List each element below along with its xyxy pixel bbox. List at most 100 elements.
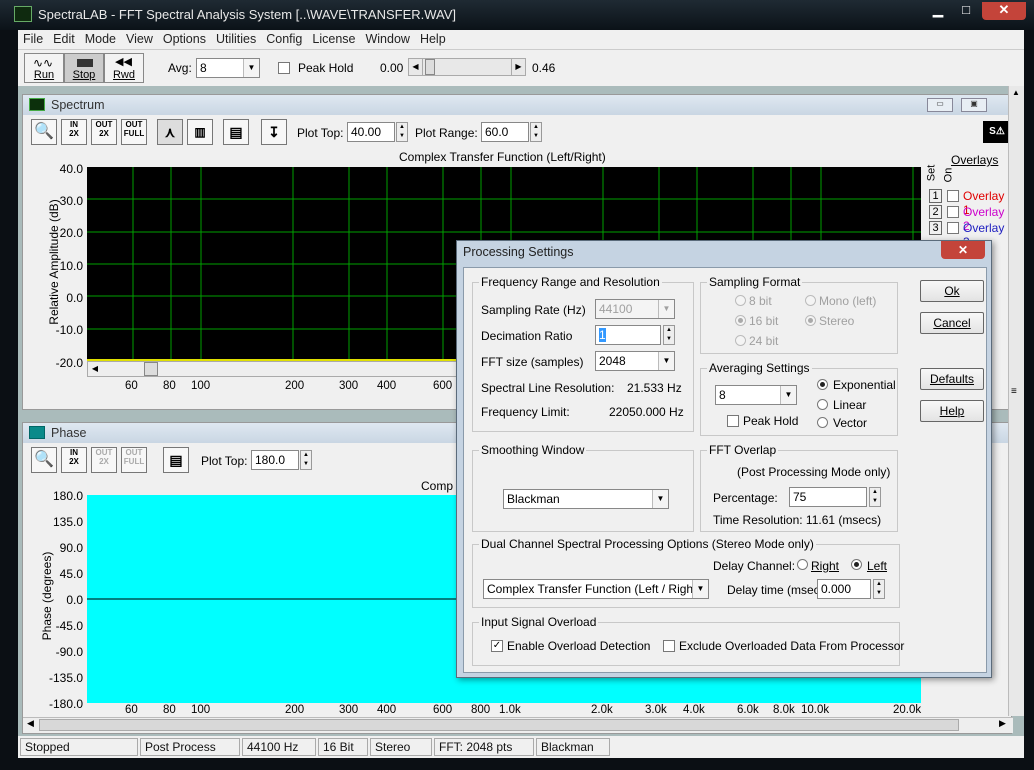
scroll-thumb[interactable] xyxy=(144,362,158,376)
vertical-scrollbar[interactable]: ▲ ≡ xyxy=(1008,86,1024,716)
overlay-checkbox[interactable] xyxy=(947,222,959,234)
menu-utilities[interactable]: Utilities xyxy=(211,30,261,48)
scroll-up-icon[interactable]: ▲ xyxy=(1012,88,1020,97)
scroll-left-icon[interactable]: ◀ xyxy=(88,362,102,376)
enable-overload-checkbox[interactable]: ✓ xyxy=(491,640,503,652)
menu-bar: File Edit Mode View Options Utilities Config Li… xyxy=(18,30,1024,50)
zoom-in-2x-icon[interactable]: IN 2X xyxy=(61,447,87,473)
zoom-icon[interactable]: 🔍 xyxy=(31,447,57,473)
fft-size-select[interactable]: 2048 ▼ xyxy=(595,351,675,371)
menu-config[interactable]: Config xyxy=(261,30,307,48)
avg-select[interactable]: 8 ▼ xyxy=(196,58,260,78)
plot-range-input[interactable]: 60.0 xyxy=(481,122,529,142)
settings-panel-icon[interactable]: ▤ xyxy=(163,447,189,473)
scroll-thumb[interactable] xyxy=(39,719,959,731)
status-sample-rate: 44100 Hz xyxy=(242,738,316,756)
dialog-close-button[interactable]: ✕ xyxy=(941,241,985,259)
smoothing-select[interactable]: Blackman ▼ xyxy=(503,489,669,509)
zoom-in-2x-icon[interactable]: IN 2X xyxy=(61,119,87,145)
exclude-overload-checkbox[interactable] xyxy=(663,640,675,652)
delay-left-radio[interactable] xyxy=(851,559,862,570)
menu-file[interactable]: File xyxy=(18,30,48,48)
exponential-radio[interactable] xyxy=(817,379,828,390)
overlay-checkbox[interactable] xyxy=(947,190,959,202)
menu-help[interactable]: Help xyxy=(415,30,451,48)
stop-button[interactable]: Stop xyxy=(64,53,104,83)
scroll-grip-icon[interactable]: ≡ xyxy=(1011,386,1017,397)
decimation-input[interactable]: 1 xyxy=(595,325,661,345)
averaging-peak-hold-checkbox[interactable] xyxy=(727,415,739,427)
delay-right-radio[interactable] xyxy=(797,559,808,570)
menu-edit[interactable]: Edit xyxy=(48,30,80,48)
overload-group: Input Signal Overload ✓ Enable Overload D… xyxy=(472,615,904,666)
chevron-down-icon: ▼ xyxy=(652,490,668,508)
minimize-button[interactable]: ▁ xyxy=(924,2,952,20)
slider-thumb[interactable] xyxy=(425,59,435,75)
scroll-left-icon[interactable]: ◀ xyxy=(27,718,34,729)
delay-time-spinner[interactable]: ▲ ▼ xyxy=(873,579,885,599)
y-tick: -45.0 xyxy=(55,619,83,633)
marker-icon[interactable]: S⚠ xyxy=(983,121,1011,143)
delay-time-input[interactable]: 0.000 xyxy=(817,579,871,599)
phase-plot-top-input[interactable]: 180.0 xyxy=(251,450,299,470)
vector-radio[interactable] xyxy=(817,417,828,428)
zoom-icon[interactable]: 🔍 xyxy=(31,119,57,145)
zoom-out-2x-icon[interactable]: OUT 2X xyxy=(91,119,117,145)
line-plot-icon[interactable]: ⋏ xyxy=(157,119,183,145)
slider-left-arrow-icon[interactable]: ◀ xyxy=(409,59,423,75)
close-button[interactable]: ✕ xyxy=(982,2,1026,20)
menu-options[interactable]: Options xyxy=(158,30,211,48)
settings-panel-icon[interactable]: ▤ xyxy=(223,119,249,145)
overlap-percent-input[interactable]: 75 xyxy=(789,487,867,507)
menu-view[interactable]: View xyxy=(121,30,158,48)
overlay-row: 2 Overlay 2 xyxy=(929,205,1013,233)
x-tick: 2.0k xyxy=(591,704,613,716)
plot-top-spinner[interactable]: ▲ ▼ xyxy=(396,122,408,142)
main-toolbar: ∿∿ Run Stop ◀◀ Rwd Avg: 8 ▼ Peak Hold 0.00 … xyxy=(18,50,1024,86)
phase-hscroll[interactable]: ◀ ▶ xyxy=(23,717,1013,733)
overlap-percent-spinner[interactable]: ▲ ▼ xyxy=(869,487,881,507)
x-tick: 1.0k xyxy=(499,704,521,716)
overlay-checkbox[interactable] xyxy=(947,206,959,218)
menu-license[interactable]: License xyxy=(307,30,360,48)
stereo-radio xyxy=(805,315,816,326)
zoom-out-full-icon[interactable]: OUT FULL xyxy=(121,119,147,145)
restore-icon[interactable]: ▣ xyxy=(961,98,987,112)
slider-right-arrow-icon[interactable]: ▶ xyxy=(511,59,525,75)
averaging-title: Averaging Settings xyxy=(707,361,812,375)
position-slider[interactable]: ◀ ▶ xyxy=(408,58,526,76)
y-tick: 0.0 xyxy=(66,291,83,305)
ok-button[interactable]: Ok xyxy=(920,280,984,302)
decimation-spinner[interactable]: ▲ ▼ xyxy=(663,325,675,345)
dual-channel-mode-select[interactable]: Complex Transfer Function (Left / Right)… xyxy=(483,579,709,599)
bar-plot-icon[interactable]: ▥ xyxy=(187,119,213,145)
peak-hold-checkbox[interactable] xyxy=(278,62,290,74)
minimize-icon[interactable]: ▭ xyxy=(927,98,953,112)
cancel-button[interactable]: Cancel xyxy=(920,312,984,334)
help-button[interactable]: Help xyxy=(920,400,984,422)
plot-top-input[interactable]: 40.00 xyxy=(347,122,395,142)
menu-window[interactable]: Window xyxy=(360,30,414,48)
maximize-button[interactable]: □ xyxy=(952,2,980,20)
spectrum-hscroll[interactable]: ◀ xyxy=(87,361,467,377)
x-tick: 8.0k xyxy=(773,704,795,716)
sampling-rate-select: 44100 ▼ xyxy=(595,299,675,319)
x-tick: 20.0k xyxy=(893,704,922,716)
averaging-select[interactable]: 8 ▼ xyxy=(715,385,797,405)
y-tick: 30.0 xyxy=(59,194,83,208)
averaging-group: Averaging Settings 8 ▼ Peak Hold Exponent… xyxy=(700,361,898,436)
menu-mode[interactable]: Mode xyxy=(80,30,121,48)
plot-range-spinner[interactable]: ▲ ▼ xyxy=(530,122,542,142)
sampling-rate-label: Sampling Rate (Hz) xyxy=(481,303,586,317)
rewind-button[interactable]: ◀◀ Rwd xyxy=(104,53,144,83)
linear-radio[interactable] xyxy=(817,399,828,410)
chevron-down-icon: ▼ xyxy=(780,386,796,404)
scroll-right-icon[interactable]: ▶ xyxy=(999,718,1006,729)
vertical-scale-icon[interactable]: ↧ xyxy=(261,119,287,145)
overlay-row: 1 Overlay 1 xyxy=(929,189,1013,217)
avg-label: Avg: xyxy=(168,61,192,75)
defaults-button[interactable]: Defaults xyxy=(920,368,984,390)
phase-plot-top-spinner[interactable]: ▲ ▼ xyxy=(300,450,312,470)
run-button[interactable]: ∿∿ Run xyxy=(24,53,64,83)
y-tick: -180.0 xyxy=(48,697,83,711)
